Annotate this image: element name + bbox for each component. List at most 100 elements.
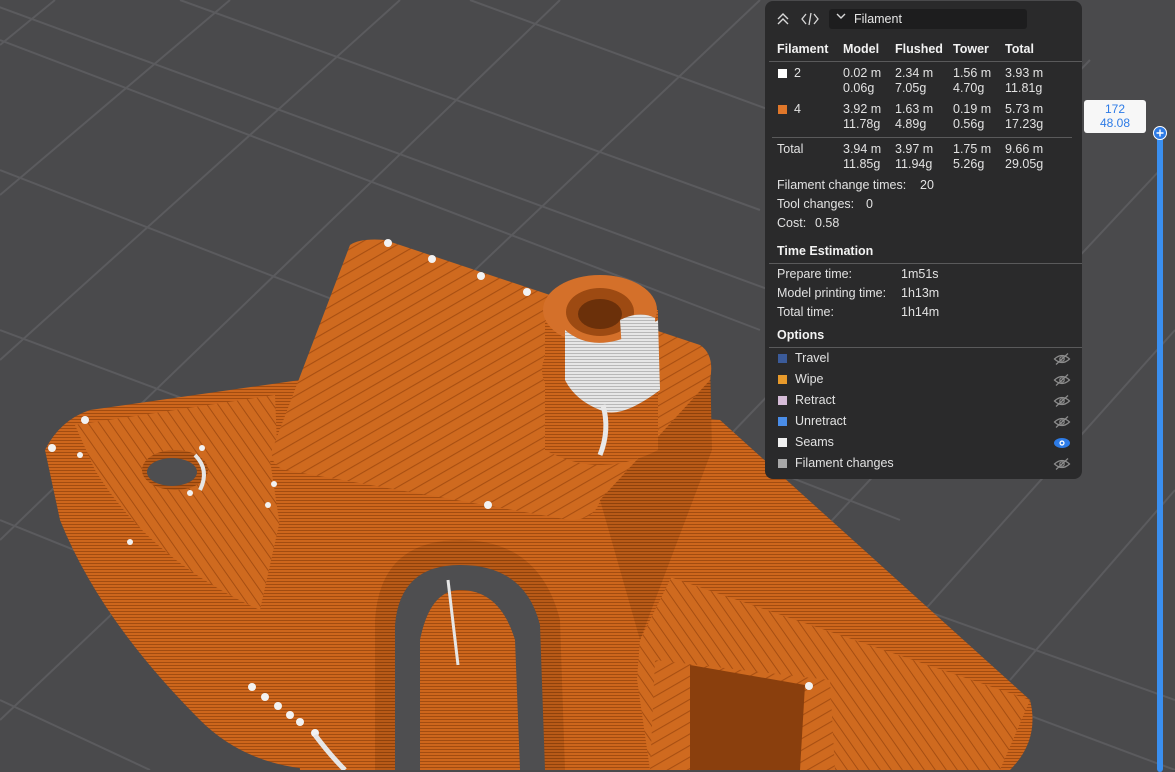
tower-length: 0.19 m xyxy=(953,102,992,116)
stat-label: Filament change times: xyxy=(777,178,907,192)
flushed-weight: 7.05g xyxy=(895,81,927,95)
options-section: Options xyxy=(765,328,1082,346)
layer-height: 48.08 xyxy=(1099,116,1131,130)
option-color-swatch xyxy=(778,396,787,405)
stat-value: 0.58 xyxy=(815,216,840,230)
model-weight: 0.06g xyxy=(843,81,875,95)
model-weight: 11.85g xyxy=(843,157,881,171)
divider xyxy=(772,137,1072,138)
view-type-dropdown[interactable]: Filament xyxy=(829,9,1027,29)
option-label: Unretract xyxy=(795,414,847,428)
flushed-length: 3.97 m xyxy=(895,142,934,156)
total-length: 3.93 m xyxy=(1005,66,1044,80)
option-row-wipe[interactable]: Wipe xyxy=(765,372,1082,392)
model-length: 3.94 m xyxy=(843,142,882,156)
double-chevron-up-icon[interactable] xyxy=(774,11,792,29)
option-row-unretract[interactable]: Unretract xyxy=(765,414,1082,434)
divider xyxy=(769,263,1082,264)
option-label: Seams xyxy=(795,435,834,449)
time-label: Model printing time: xyxy=(777,286,887,300)
tower-weight: 5.26g xyxy=(953,157,985,171)
table-total-row: Total 3.94 m 11.85g 3.97 m 11.94g 1.75 m… xyxy=(765,142,1082,174)
model-printing-time-row: Model printing time: 1h13m xyxy=(765,286,1082,304)
table-row: 4 3.92 m 11.78g 1.63 m 4.89g 0.19 m 0.56… xyxy=(765,102,1082,134)
cost-stat: Cost: 0.58 xyxy=(765,216,1082,234)
option-color-swatch xyxy=(778,417,787,426)
stat-label: Cost: xyxy=(777,216,807,230)
section-title: Time Estimation xyxy=(777,244,874,258)
filament-change-stat: Filament change times: 20 xyxy=(765,178,1082,196)
model-weight: 11.78g xyxy=(843,117,881,131)
code-brackets-icon[interactable] xyxy=(801,11,819,29)
filament-id: 4 xyxy=(794,102,801,116)
option-row-travel[interactable]: Travel xyxy=(765,351,1082,371)
eye-off-icon[interactable] xyxy=(1053,415,1071,429)
total-time-row: Total time: 1h14m xyxy=(765,305,1082,323)
time-value: 1h13m xyxy=(901,286,940,300)
flushed-weight: 4.89g xyxy=(895,117,927,131)
option-row-retract[interactable]: Retract xyxy=(765,393,1082,413)
col-model: Model xyxy=(843,42,880,56)
option-color-swatch xyxy=(778,438,787,447)
total-weight: 11.81g xyxy=(1005,81,1043,95)
prepare-time-row: Prepare time: 1m51s xyxy=(765,267,1082,285)
chevron-down-icon xyxy=(835,10,847,25)
total-length: 9.66 m xyxy=(1005,142,1044,156)
table-row: 2 0.02 m 0.06g 2.34 m 7.05g 1.56 m 4.70g… xyxy=(765,66,1082,98)
layer-value-label: 172 48.08 xyxy=(1084,100,1146,133)
option-row-seams[interactable]: Seams xyxy=(765,435,1082,455)
model-length: 3.92 m xyxy=(843,102,882,116)
flushed-length: 2.34 m xyxy=(895,66,934,80)
stat-label: Tool changes: xyxy=(777,197,855,211)
filament-color-swatch xyxy=(778,105,787,114)
tool-changes-stat: Tool changes: 0 xyxy=(765,197,1082,215)
col-flushed: Flushed xyxy=(895,42,943,56)
filament-table-header: Filament Model Flushed Tower Total xyxy=(765,42,1082,60)
eye-off-icon[interactable] xyxy=(1053,373,1071,387)
tower-length: 1.75 m xyxy=(953,142,992,156)
total-weight: 17.23g xyxy=(1005,117,1044,131)
legend-header: Filament xyxy=(765,9,1082,31)
divider xyxy=(769,61,1082,62)
option-label: Travel xyxy=(795,351,830,365)
view-type-value: Filament xyxy=(854,12,902,26)
time-value: 1m51s xyxy=(901,267,939,281)
model-length: 0.02 m xyxy=(843,66,882,80)
time-estimation-section: Time Estimation xyxy=(765,244,1082,262)
eye-icon[interactable] xyxy=(1053,436,1071,450)
option-color-swatch xyxy=(778,354,787,363)
filament-id: 2 xyxy=(794,66,801,80)
filament-color-swatch xyxy=(778,69,787,78)
option-label: Filament changes xyxy=(795,456,894,470)
option-label: Retract xyxy=(795,393,836,407)
section-title: Options xyxy=(777,328,825,342)
flushed-length: 1.63 m xyxy=(895,102,934,116)
gcode-legend-panel: Filament Filament Model Flushed Tower To… xyxy=(765,1,1082,479)
total-label: Total xyxy=(777,142,804,156)
time-label: Total time: xyxy=(777,305,834,319)
eye-off-icon[interactable] xyxy=(1053,457,1071,471)
tower-weight: 0.56g xyxy=(953,117,985,131)
total-weight: 29.05g xyxy=(1005,157,1044,171)
time-value: 1h14m xyxy=(901,305,940,319)
flushed-weight: 11.94g xyxy=(895,157,933,171)
tower-weight: 4.70g xyxy=(953,81,985,95)
plus-icon[interactable] xyxy=(1153,126,1167,140)
col-tower: Tower xyxy=(953,42,989,56)
eye-off-icon[interactable] xyxy=(1053,352,1071,366)
layer-number: 172 xyxy=(1104,102,1126,116)
divider xyxy=(769,347,1082,348)
tower-length: 1.56 m xyxy=(953,66,992,80)
option-label: Wipe xyxy=(795,372,824,386)
time-label: Prepare time: xyxy=(777,267,853,281)
layer-slider-track[interactable] xyxy=(1157,132,1163,772)
stat-value: 0 xyxy=(866,197,873,211)
stat-value: 20 xyxy=(920,178,934,192)
option-row-filament-changes[interactable]: Filament changes xyxy=(765,456,1082,476)
eye-off-icon[interactable] xyxy=(1053,394,1071,408)
option-color-swatch xyxy=(778,375,787,384)
option-color-swatch xyxy=(778,459,787,468)
total-length: 5.73 m xyxy=(1005,102,1044,116)
col-total: Total xyxy=(1005,42,1034,56)
col-filament: Filament xyxy=(777,42,829,56)
